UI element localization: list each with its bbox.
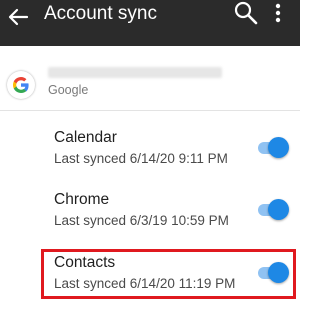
arrow-back-icon[interactable] <box>3 3 33 33</box>
account-email-redacted <box>48 67 222 78</box>
highlight-box <box>41 249 296 299</box>
page-title: Account sync <box>44 3 157 24</box>
sync-item-chrome[interactable]: Chrome Last synced 6/3/19 10:59 PM <box>0 191 300 249</box>
chrome-sync-toggle[interactable] <box>254 199 290 221</box>
more-vert-icon[interactable] <box>273 1 283 27</box>
sync-item-calendar[interactable]: Calendar Last synced 6/14/20 9:11 PM <box>0 129 300 187</box>
sync-item-name: Chrome <box>54 191 110 208</box>
google-logo-icon <box>7 71 35 99</box>
sync-item-status: Last synced 6/14/20 9:11 PM <box>54 151 228 166</box>
account-provider: Google <box>48 83 89 97</box>
divider <box>0 110 300 111</box>
sync-item-status: Last synced 6/3/19 10:59 PM <box>54 213 229 228</box>
app-bar: Account sync <box>0 0 300 46</box>
account-header: Google <box>0 46 300 110</box>
sync-item-name: Calendar <box>54 129 117 146</box>
toggle-thumb <box>268 199 289 220</box>
toggle-thumb <box>268 137 289 158</box>
calendar-sync-toggle[interactable] <box>254 137 290 159</box>
search-icon[interactable] <box>233 0 259 26</box>
